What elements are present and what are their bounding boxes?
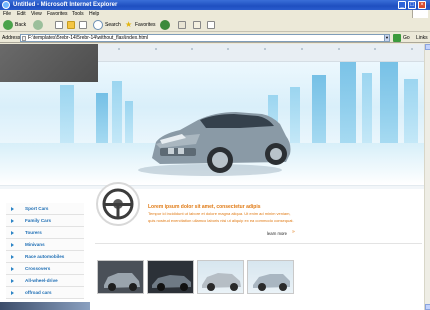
address-bar: Address F:\templates\5rebr-14\5rebr-14\w… bbox=[0, 33, 430, 43]
bullet-arrow-icon bbox=[11, 207, 14, 211]
feature-body: Tempor id incididunt ut labore et dolore… bbox=[148, 211, 294, 223]
menu-tools[interactable]: Tools bbox=[72, 10, 84, 18]
forward-arrow-icon[interactable] bbox=[33, 20, 43, 30]
menu-view[interactable]: View bbox=[31, 10, 42, 18]
favorites-star-icon[interactable]: ★ bbox=[125, 20, 132, 30]
sidebar-item-label: Tourers bbox=[25, 230, 42, 235]
sidebar-item-label: Sport Cars bbox=[25, 206, 49, 211]
back-button-label[interactable]: Back bbox=[15, 20, 26, 30]
sidebar-item-label: Family Cars bbox=[25, 218, 52, 223]
go-button-label[interactable]: Go bbox=[403, 33, 410, 43]
menu-edit[interactable]: Edit bbox=[17, 10, 26, 18]
bullet-arrow-icon bbox=[11, 267, 14, 271]
bullet-arrow-icon bbox=[11, 231, 14, 235]
vertical-scrollbar[interactable] bbox=[424, 44, 430, 310]
media-icon[interactable] bbox=[160, 20, 170, 30]
read-more-arrow-icon[interactable]: » bbox=[292, 229, 295, 235]
read-more-link[interactable]: learn more bbox=[267, 231, 287, 236]
sidebar-item-label: Race automobiles bbox=[25, 254, 65, 259]
bullet-arrow-icon bbox=[11, 243, 14, 247]
search-icon[interactable] bbox=[93, 20, 103, 30]
standard-toolbar: Back Search ★ Favorites bbox=[0, 18, 430, 32]
menu-help[interactable]: Help bbox=[89, 10, 99, 18]
favorites-button-label[interactable]: Favorites bbox=[135, 20, 156, 30]
window-title: Untitled - Microsoft Internet Explorer bbox=[13, 2, 118, 8]
mail-icon[interactable] bbox=[193, 21, 201, 29]
address-dropdown-icon[interactable]: ▼ bbox=[384, 34, 390, 42]
sidebar-item-sport-cars[interactable]: Sport Cars bbox=[6, 203, 84, 215]
sidebar-item-label: All-wheel-drive bbox=[25, 278, 58, 283]
sidebar-bottom-banner bbox=[0, 302, 90, 310]
sidebar-item-label: Crossovers bbox=[25, 266, 51, 271]
page-content: Sport Cars Family Cars Tourers Minivans … bbox=[0, 44, 430, 310]
bullet-arrow-icon bbox=[11, 255, 14, 259]
hero-car-image bbox=[138, 112, 291, 176]
sidebar-item-label: Minivans bbox=[25, 242, 45, 247]
search-button-label[interactable]: Search bbox=[105, 20, 121, 30]
internet-explorer-icon bbox=[2, 1, 10, 9]
section-divider bbox=[0, 185, 424, 189]
car-thumbnail[interactable] bbox=[97, 260, 144, 294]
menu-file[interactable]: File bbox=[3, 10, 11, 18]
car-thumbnail[interactable] bbox=[147, 260, 194, 294]
go-arrow-icon[interactable] bbox=[393, 34, 401, 42]
back-arrow-icon[interactable] bbox=[3, 20, 13, 30]
address-label: Address bbox=[2, 35, 21, 41]
sidebar-item-label: offroad cars bbox=[25, 290, 52, 295]
windows-flag-icon bbox=[412, 10, 428, 18]
sidebar-item-family-cars[interactable]: Family Cars bbox=[6, 215, 84, 227]
address-value: F:\templates\5rebr-14\5rebr-14\without_f… bbox=[28, 35, 149, 41]
bullet-arrow-icon bbox=[11, 279, 14, 283]
sidebar-item-race-automobiles[interactable]: Race automobiles bbox=[6, 251, 84, 263]
home-icon[interactable] bbox=[79, 21, 87, 29]
menu-favorites[interactable]: Favorites bbox=[47, 10, 68, 18]
feature-title: Lorem ipsum dolor sit amet, consectetur … bbox=[148, 204, 261, 210]
title-bar: Untitled - Microsoft Internet Explorer _… bbox=[0, 0, 430, 10]
sidebar-item-minivans[interactable]: Minivans bbox=[6, 239, 84, 251]
car-thumbnail[interactable] bbox=[247, 260, 294, 294]
address-input[interactable]: F:\templates\5rebr-14\5rebr-14\without_f… bbox=[20, 34, 389, 42]
feature-divider bbox=[95, 243, 422, 244]
scroll-down-icon[interactable] bbox=[425, 304, 430, 310]
bullet-arrow-icon bbox=[11, 219, 14, 223]
maximize-button[interactable]: □ bbox=[408, 1, 416, 9]
history-icon[interactable] bbox=[178, 21, 186, 29]
sidebar-item-crossovers[interactable]: Crossovers bbox=[6, 263, 84, 275]
print-icon[interactable] bbox=[207, 21, 215, 29]
car-thumbnail[interactable] bbox=[197, 260, 244, 294]
page-icon bbox=[22, 36, 26, 41]
close-button[interactable]: × bbox=[418, 1, 426, 9]
links-label[interactable]: Links bbox=[416, 33, 428, 43]
header-banner bbox=[0, 44, 424, 185]
refresh-icon[interactable] bbox=[67, 21, 75, 29]
stop-icon[interactable] bbox=[55, 21, 63, 29]
sidebar-item-tourers[interactable]: Tourers bbox=[6, 227, 84, 239]
scroll-up-icon[interactable] bbox=[425, 44, 430, 50]
sidebar-item-offroad-cars[interactable]: offroad cars bbox=[6, 287, 84, 299]
sidebar-item-all-wheel-drive[interactable]: All-wheel-drive bbox=[6, 275, 84, 287]
steering-wheel-icon bbox=[96, 182, 140, 226]
bullet-arrow-icon bbox=[11, 291, 14, 295]
minimize-button[interactable]: _ bbox=[398, 1, 406, 9]
browser-window: Untitled - Microsoft Internet Explorer _… bbox=[0, 0, 430, 310]
menu-bar: File Edit View Favorites Tools Help bbox=[0, 10, 430, 18]
